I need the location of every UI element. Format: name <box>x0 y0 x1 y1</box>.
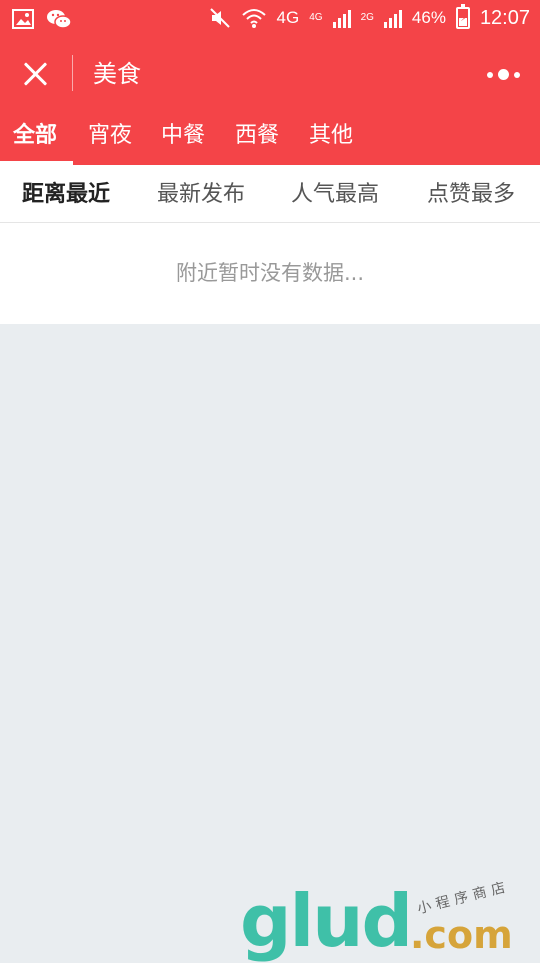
wifi-icon <box>241 9 266 28</box>
watermark-domain: .com <box>410 913 513 957</box>
tab-all[interactable]: 全部 <box>13 121 57 151</box>
watermark-logo: glud <box>240 879 413 963</box>
sort-newest[interactable]: 最新发布 <box>157 180 245 210</box>
sort-most-liked[interactable]: 点赞最多 <box>427 180 515 210</box>
sort-tabs: 距离最近 最新发布 人气最高 点赞最多 <box>0 165 540 223</box>
mute-icon <box>209 8 230 28</box>
tab-other[interactable]: 其他 <box>309 121 353 151</box>
watermark-caption: 小程序商店 <box>415 878 512 918</box>
more-options-icon[interactable] <box>487 69 520 80</box>
empty-state-message: 附近暂时没有数据... <box>175 261 365 285</box>
battery-percent: 46% <box>411 8 446 27</box>
network-type: 4G <box>276 8 300 27</box>
title-bar: 美食 <box>0 38 540 108</box>
page-title: 美食 <box>93 60 141 88</box>
sim1-signal-icon <box>332 8 351 28</box>
status-right: 4G 4G 2G 46% ⚡ 12:07 <box>209 4 530 30</box>
status-bar: 4G 4G 2G 46% ⚡ 12:07 <box>0 0 540 38</box>
sort-popular[interactable]: 人气最高 <box>291 180 379 210</box>
status-left <box>12 8 72 30</box>
empty-state-panel: 附近暂时没有数据... <box>0 223 540 324</box>
sim2-signal-icon <box>383 8 402 28</box>
title-divider <box>72 55 73 91</box>
battery-icon: ⚡ <box>455 4 470 29</box>
tab-late-night[interactable]: 宵夜 <box>88 121 132 151</box>
tab-chinese[interactable]: 中餐 <box>161 121 205 151</box>
sim2-type: 2G <box>360 12 374 23</box>
clock: 12:07 <box>479 7 530 29</box>
sim1-type: 4G <box>309 12 323 23</box>
category-tabs: 全部 宵夜 中餐 西餐 其他 <box>0 108 540 165</box>
tab-western[interactable]: 西餐 <box>235 121 279 151</box>
gallery-icon <box>12 9 34 29</box>
sort-nearest[interactable]: 距离最近 <box>22 180 110 210</box>
close-icon[interactable] <box>18 57 52 91</box>
watermark: glud .com 小程序商店 <box>240 879 540 963</box>
wechat-icon <box>47 10 72 29</box>
